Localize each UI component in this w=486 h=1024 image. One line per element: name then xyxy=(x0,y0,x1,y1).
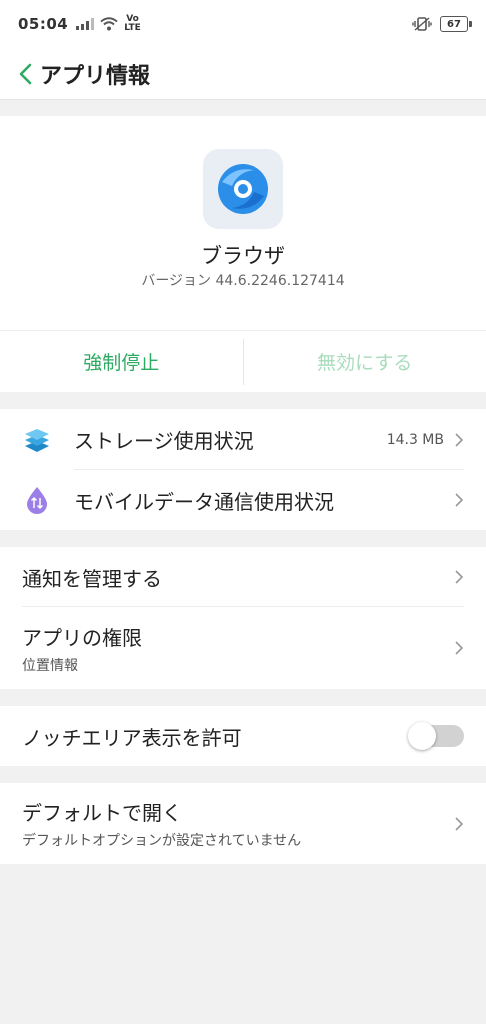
app-permissions-row[interactable]: アプリの権限 位置情報 xyxy=(0,607,486,689)
chevron-right-icon xyxy=(455,493,464,507)
battery-icon: 67 xyxy=(440,16,472,32)
browser-logo-icon xyxy=(218,164,268,214)
status-bar: 05:04 Vo LTE 67 xyxy=(0,0,486,48)
storage-usage-value: 14.3 MB xyxy=(386,431,444,448)
page-title: アプリ情報 xyxy=(40,63,151,89)
notch-group: ノッチエリア表示を許可 xyxy=(0,706,486,766)
wifi-icon xyxy=(100,17,118,31)
storage-usage-row[interactable]: ストレージ使用状況 14.3 MB xyxy=(0,409,486,470)
chevron-left-icon xyxy=(19,63,32,84)
signal-strength-icon xyxy=(76,18,95,30)
default-open-group: デフォルトで開く デフォルトオプションが設定されていません xyxy=(0,783,486,864)
notch-area-row[interactable]: ノッチエリア表示を許可 xyxy=(0,706,486,766)
notch-area-toggle[interactable] xyxy=(408,722,464,750)
manage-notifications-row[interactable]: 通知を管理する xyxy=(0,547,486,607)
chevron-right-icon xyxy=(455,432,464,447)
toggle-knob xyxy=(408,722,436,750)
manage-notifications-label: 通知を管理する xyxy=(22,566,162,591)
app-permissions-summary: 位置情報 xyxy=(22,657,78,674)
status-icons-left: Vo LTE xyxy=(76,15,141,33)
storage-layers-icon xyxy=(22,425,52,455)
app-version: バージョン 44.6.2246.127414 xyxy=(141,273,345,289)
browser-app-icon xyxy=(203,149,283,229)
open-by-default-row[interactable]: デフォルトで開く デフォルトオプションが設定されていません xyxy=(0,783,486,864)
open-by-default-summary: デフォルトオプションが設定されていません xyxy=(22,833,302,849)
battery-level: 67 xyxy=(447,18,461,30)
vibrate-icon xyxy=(412,17,432,31)
chevron-right-icon xyxy=(455,570,464,584)
back-button[interactable] xyxy=(12,58,38,90)
open-by-default-label: デフォルトで開く xyxy=(22,801,182,825)
status-time: 05:04 xyxy=(18,15,69,33)
app-bar: アプリ情報 xyxy=(0,48,486,100)
app-action-row: 強制停止 無効にする xyxy=(0,330,486,392)
chevron-right-icon xyxy=(455,641,464,655)
mobile-data-usage-row[interactable]: モバイルデータ通信使用状況 xyxy=(0,470,486,530)
mobile-data-drop-icon xyxy=(22,485,52,515)
force-stop-button[interactable]: 強制停止 xyxy=(0,331,243,392)
status-icons-right: 67 xyxy=(412,16,472,32)
notch-area-label: ノッチエリア表示を許可 xyxy=(22,725,242,750)
manage-group: 通知を管理する アプリの権限 位置情報 xyxy=(0,547,486,689)
chevron-right-icon xyxy=(455,816,464,831)
app-permissions-label: アプリの権限 xyxy=(22,625,142,650)
mobile-data-usage-label: モバイルデータ通信使用状況 xyxy=(74,489,334,514)
disable-button[interactable]: 無効にする xyxy=(244,331,486,392)
app-info-card: ブラウザ バージョン 44.6.2246.127414 強制停止 無効にする xyxy=(0,116,486,392)
storage-usage-label: ストレージ使用状況 xyxy=(74,429,254,453)
volte-icon: Vo LTE xyxy=(124,14,141,33)
app-name: ブラウザ xyxy=(201,244,285,268)
usage-group: ストレージ使用状況 14.3 MB モバイルデータ通信使用状況 xyxy=(0,409,486,530)
